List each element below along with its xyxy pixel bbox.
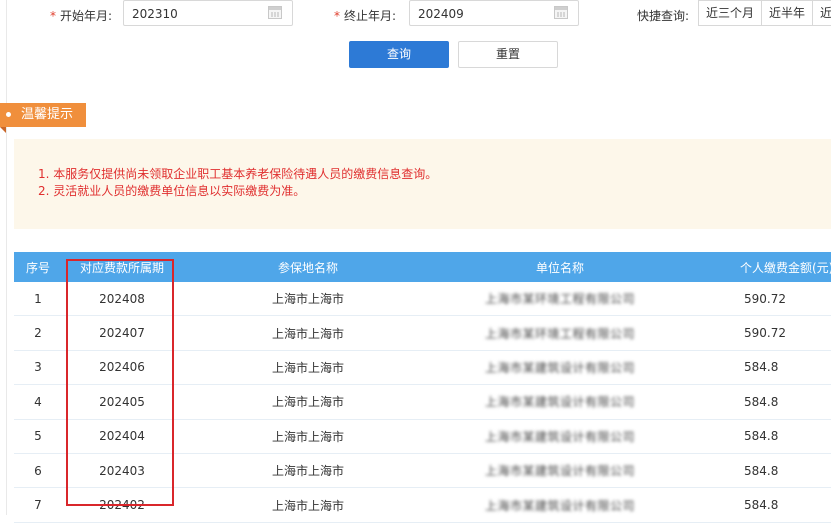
row-location: 上海市上海市 bbox=[271, 464, 344, 479]
row-amount: 584.8 bbox=[744, 394, 779, 409]
row-period: 202404 bbox=[99, 429, 145, 444]
col-index-header: 序号 bbox=[25, 260, 50, 275]
row-period: 202403 bbox=[99, 463, 145, 478]
calendar-icon[interactable] bbox=[554, 6, 568, 19]
quick-3-months-button[interactable]: 近三个月 bbox=[698, 0, 763, 26]
row-amount: 584.8 bbox=[744, 429, 779, 444]
row-index: 6 bbox=[34, 463, 42, 478]
row-index: 7 bbox=[34, 498, 42, 513]
row-company: 上海市某环境工程有限公司 bbox=[484, 326, 635, 341]
col-period-header: 对应费款所属期 bbox=[79, 260, 164, 275]
table-row: 6 202403 上海市上海市 上海市某建筑设计有限公司 584.8 bbox=[14, 454, 831, 489]
row-location: 上海市上海市 bbox=[271, 498, 344, 513]
start-month-label: * 开始年月: bbox=[50, 9, 113, 23]
query-button[interactable]: 查询 bbox=[349, 41, 449, 68]
tip-line-2: 2. 灵活就业人员的缴费单位信息以实际缴费为准。 bbox=[38, 184, 306, 198]
row-period: 202408 bbox=[99, 291, 145, 306]
required-mark: * bbox=[334, 9, 340, 23]
row-index: 3 bbox=[34, 360, 42, 375]
row-location: 上海市上海市 bbox=[271, 292, 344, 307]
row-amount: 590.72 bbox=[744, 291, 786, 306]
row-company: 上海市某环境工程有限公司 bbox=[484, 292, 635, 307]
row-period: 202407 bbox=[99, 326, 145, 341]
start-month-input[interactable]: 202310 bbox=[123, 0, 293, 26]
row-location: 上海市上海市 bbox=[271, 395, 344, 410]
table-row: 7 202402 上海市上海市 上海市某建筑设计有限公司 584.8 bbox=[14, 488, 831, 523]
tip-title: 温馨提示 bbox=[21, 107, 74, 122]
row-company: 上海市某建筑设计有限公司 bbox=[484, 395, 635, 410]
required-mark: * bbox=[50, 9, 56, 23]
row-index: 4 bbox=[34, 394, 42, 409]
end-month-label: * 终止年月: bbox=[334, 9, 397, 23]
bullet-dot-icon bbox=[6, 112, 11, 117]
row-company: 上海市某建筑设计有限公司 bbox=[484, 464, 635, 479]
row-company: 上海市某建筑设计有限公司 bbox=[484, 498, 635, 513]
quick-query-label: 快捷查询: bbox=[637, 9, 690, 23]
col-location-header: 参保地名称 bbox=[277, 260, 338, 275]
row-period: 202406 bbox=[99, 360, 145, 375]
col-amount-header: 个人缴费金额(元) bbox=[740, 260, 831, 275]
reset-button[interactable]: 重置 bbox=[458, 41, 558, 68]
table-row: 2 202407 上海市上海市 上海市某环境工程有限公司 590.72 bbox=[14, 316, 831, 351]
payment-table: 序号 对应费款所属期 参保地名称 单位名称 个人缴费金额(元) 1 202408… bbox=[14, 252, 831, 523]
quick-query-group: 近三个月 近半年 近 bbox=[698, 0, 831, 26]
row-company: 上海市某建筑设计有限公司 bbox=[484, 360, 635, 375]
row-index: 2 bbox=[34, 326, 42, 341]
row-amount: 584.8 bbox=[744, 360, 779, 375]
tip-box: 1. 本服务仅提供尚未领取企业职工基本养老保险待遇人员的缴费信息查询。 2. 灵… bbox=[14, 139, 831, 229]
row-location: 上海市上海市 bbox=[271, 360, 344, 375]
row-location: 上海市上海市 bbox=[271, 429, 344, 444]
row-amount: 584.8 bbox=[744, 463, 779, 478]
row-location: 上海市上海市 bbox=[271, 326, 344, 341]
row-company: 上海市某建筑设计有限公司 bbox=[484, 429, 635, 444]
search-form: * 开始年月: 202310 * 终止年月: 202409 快捷查询: 近三个月 近… bbox=[0, 0, 831, 32]
page-left-border bbox=[6, 0, 7, 515]
table-row: 1 202408 上海市上海市 上海市某环境工程有限公司 590.72 bbox=[14, 282, 831, 317]
tag-fold-icon bbox=[0, 127, 6, 133]
row-amount: 590.72 bbox=[744, 326, 786, 341]
quick-more-button[interactable]: 近 bbox=[813, 0, 831, 26]
end-month-input[interactable]: 202409 bbox=[409, 0, 579, 26]
table-row: 5 202404 上海市上海市 上海市某建筑设计有限公司 584.8 bbox=[14, 420, 831, 454]
calendar-icon[interactable] bbox=[268, 6, 282, 19]
row-amount: 584.8 bbox=[744, 498, 779, 513]
table-row: 4 202405 上海市上海市 上海市某建筑设计有限公司 584.8 bbox=[14, 385, 831, 420]
row-index: 1 bbox=[34, 291, 42, 306]
table-row: 3 202406 上海市上海市 上海市某建筑设计有限公司 584.8 bbox=[14, 351, 831, 386]
quick-half-year-button[interactable]: 近半年 bbox=[762, 0, 814, 26]
tip-tag: 温馨提示 bbox=[0, 103, 86, 133]
row-period: 202405 bbox=[99, 394, 145, 409]
row-index: 5 bbox=[34, 429, 42, 444]
col-company-header: 单位名称 bbox=[535, 260, 584, 275]
tip-line-1: 1. 本服务仅提供尚未领取企业职工基本养老保险待遇人员的缴费信息查询。 bbox=[38, 167, 438, 181]
table-header: 序号 对应费款所属期 参保地名称 单位名称 个人缴费金额(元) bbox=[14, 252, 831, 282]
row-period: 202402 bbox=[99, 498, 145, 513]
